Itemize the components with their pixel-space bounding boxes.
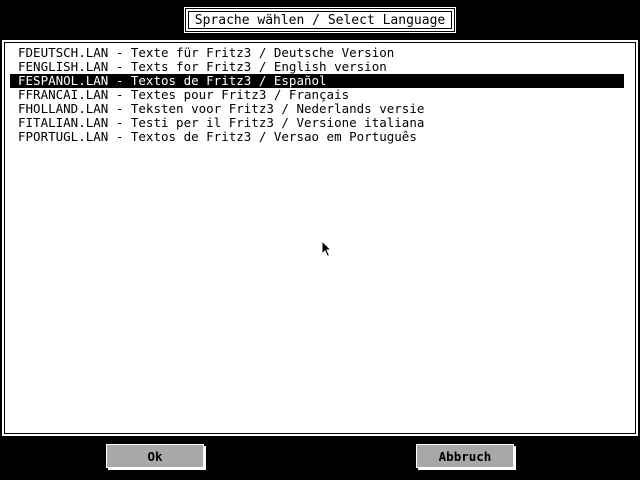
language-list-panel: FDEUTSCH.LAN - Texte für Fritz3 / Deutsc… bbox=[2, 40, 638, 436]
language-item-english[interactable]: FENGLISH.LAN - Texts for Fritz3 / Englis… bbox=[10, 60, 624, 74]
language-item-holland[interactable]: FHOLLAND.LAN - Teksten voor Fritz3 / Ned… bbox=[10, 102, 624, 116]
button-bar bbox=[0, 436, 640, 480]
ok-button[interactable]: Ok bbox=[106, 444, 204, 468]
language-item-deutsch[interactable]: FDEUTSCH.LAN - Texte für Fritz3 / Deutsc… bbox=[10, 46, 624, 60]
language-item-francais[interactable]: FFRANCAI.LAN - Textes pour Fritz3 / Fran… bbox=[10, 88, 624, 102]
language-item-espanol[interactable]: FESPANOL.LAN - Textos de Fritz3 / Españo… bbox=[10, 74, 624, 88]
cancel-button[interactable]: Abbruch bbox=[416, 444, 514, 468]
mouse-pointer-icon bbox=[321, 240, 333, 258]
language-item-portugues[interactable]: FPORTUGL.LAN - Textos de Fritz3 / Versao… bbox=[10, 130, 624, 144]
dialog-title: Sprache wählen / Select Language bbox=[188, 11, 452, 29]
language-list[interactable]: FDEUTSCH.LAN - Texte für Fritz3 / Deutsc… bbox=[10, 46, 624, 144]
screen: Sprache wählen / Select Language FDEUTSC… bbox=[0, 0, 640, 480]
dialog-title-box: Sprache wählen / Select Language bbox=[184, 7, 456, 33]
language-item-italian[interactable]: FITALIAN.LAN - Testi per il Fritz3 / Ver… bbox=[10, 116, 624, 130]
